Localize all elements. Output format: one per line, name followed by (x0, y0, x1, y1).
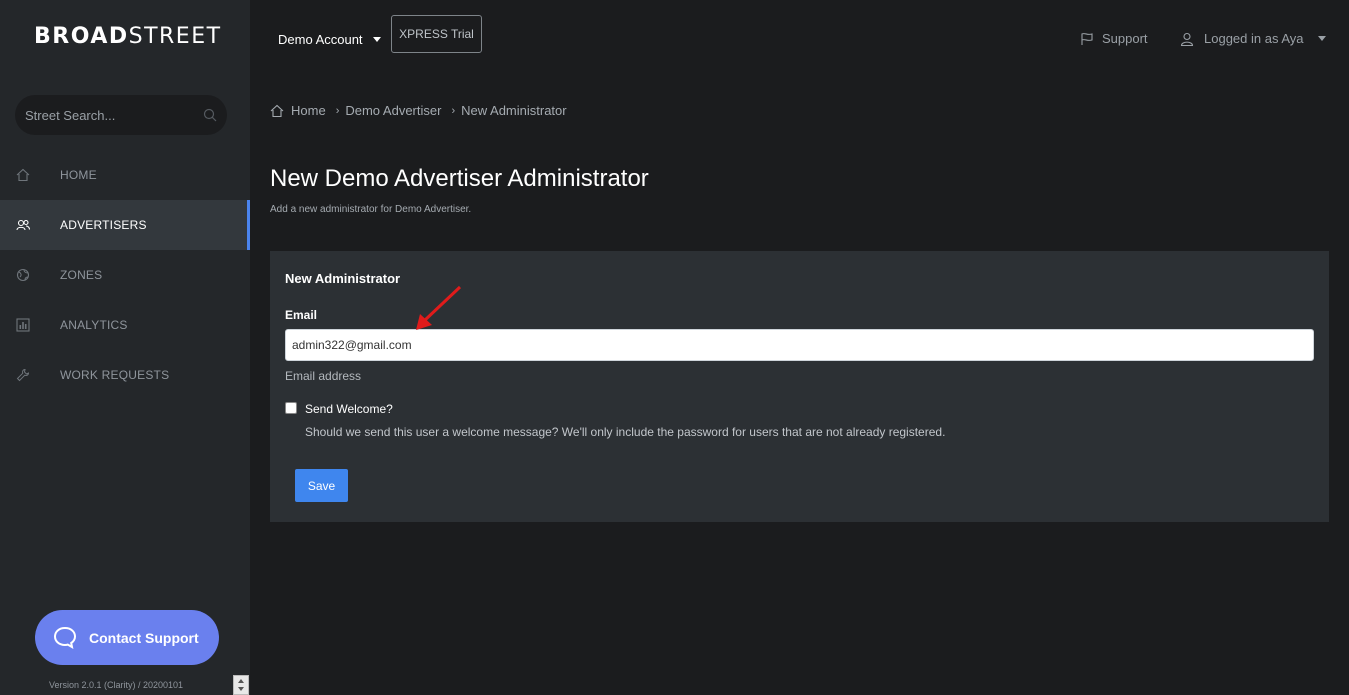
save-button[interactable]: Save (295, 469, 348, 502)
logo-light: STREET (128, 24, 222, 49)
chat-bubble-icon (53, 626, 77, 649)
scroll-arrows-icon (238, 679, 244, 691)
sidebar-item-label: HOME (60, 168, 97, 182)
page-title: New Demo Advertiser Administrator (270, 165, 649, 192)
page-subtitle: Add a new administrator for Demo Adverti… (270, 204, 472, 215)
sidebar-item-label: WORK REQUESTS (60, 368, 170, 382)
breadcrumb-current: New Administrator (461, 103, 567, 118)
home-icon (16, 168, 30, 182)
contact-support-label: Contact Support (89, 629, 199, 646)
brand-logo[interactable]: BROADSTREET (34, 24, 222, 49)
support-link[interactable]: Support (1080, 31, 1148, 46)
email-label: Email (285, 308, 318, 322)
xpress-trial-button[interactable]: XPRESS Trial (391, 15, 482, 53)
user-label: Logged in as Aya (1204, 31, 1304, 46)
send-welcome-checkbox[interactable] (285, 402, 297, 414)
breadcrumb: Home › Demo Advertiser › New Administrat… (270, 103, 567, 118)
card-title: New Administrator (285, 271, 401, 286)
scrollbar[interactable] (233, 675, 249, 695)
chart-icon (16, 318, 30, 332)
breadcrumb-advertiser[interactable]: Demo Advertiser (345, 103, 441, 118)
user-icon (1180, 32, 1194, 46)
send-welcome-help-text: Should we send this user a welcome messa… (305, 425, 946, 439)
sidebar-item-advertisers[interactable]: ADVERTISERS (0, 200, 250, 250)
support-label: Support (1102, 31, 1148, 46)
sidebar-item-label: ZONES (60, 268, 103, 282)
sidebar-item-label: ANALYTICS (60, 318, 128, 332)
sidebar-item-analytics[interactable]: ANALYTICS (0, 300, 250, 350)
sidebar: BROADSTREET HOME ADVERTISERS (0, 0, 250, 695)
account-dropdown[interactable]: Demo Account (278, 32, 381, 47)
wrench-icon (16, 368, 30, 382)
sidebar-item-work-requests[interactable]: WORK REQUESTS (0, 350, 250, 400)
account-label: Demo Account (278, 32, 363, 47)
user-menu[interactable]: Logged in as Aya (1180, 31, 1326, 46)
caret-down-icon (372, 37, 381, 42)
street-search-input[interactable] (25, 95, 200, 135)
annotation-arrow-icon (416, 285, 462, 330)
chevron-right-icon: › (451, 104, 456, 117)
street-search (15, 95, 227, 135)
globe-icon (16, 268, 30, 282)
version-text: Version 2.0.1 (Clarity) / 20200101 (48, 680, 184, 690)
sidebar-item-label: ADVERTISERS (60, 218, 147, 232)
logo-bold: BROAD (34, 24, 129, 49)
flag-icon (1081, 32, 1093, 45)
sidebar-nav: HOME ADVERTISERS ZONES ANALYTICS WORK RE… (0, 150, 250, 400)
contact-support-button[interactable]: Contact Support (35, 610, 219, 665)
send-welcome-label[interactable]: Send Welcome? (305, 402, 393, 416)
sidebar-item-zones[interactable]: ZONES (0, 250, 250, 300)
search-icon[interactable] (203, 108, 217, 122)
breadcrumb-home[interactable]: Home (291, 103, 326, 118)
caret-down-icon (1317, 36, 1326, 41)
sidebar-item-home[interactable]: HOME (0, 150, 250, 200)
email-help-text: Email address (285, 369, 362, 383)
users-icon (16, 219, 30, 231)
chevron-right-icon: › (335, 104, 340, 117)
home-icon (270, 104, 284, 117)
